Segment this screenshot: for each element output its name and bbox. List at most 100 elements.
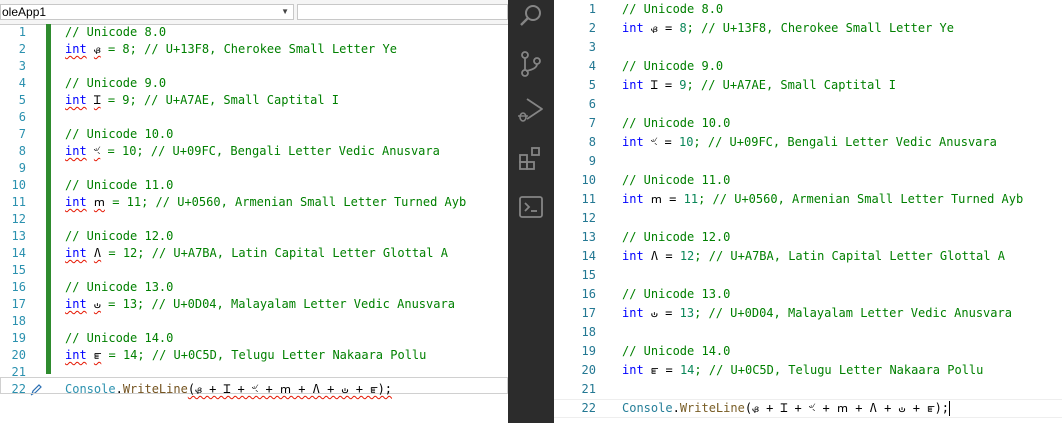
assign: = bbox=[657, 78, 680, 92]
change-tracking-bar bbox=[46, 24, 51, 374]
search-icon[interactable] bbox=[517, 2, 545, 30]
code-line: // Unicode 10.0 bbox=[622, 114, 1023, 133]
line-number: 8 bbox=[18, 144, 26, 158]
text-cursor bbox=[949, 401, 951, 416]
line-number: 21 bbox=[581, 382, 596, 396]
line-number: 4 bbox=[18, 76, 26, 90]
identifier: ౝ bbox=[643, 363, 659, 377]
line-number: 17 bbox=[581, 306, 596, 320]
identifier: ഄ bbox=[643, 306, 658, 320]
line-number: 1 bbox=[588, 2, 596, 16]
identifier: ഄ bbox=[93, 297, 101, 311]
assign: = bbox=[657, 21, 680, 35]
line-number: 14 bbox=[581, 249, 596, 263]
comment: // Unicode 12.0 bbox=[65, 229, 174, 243]
number: 10 bbox=[678, 135, 694, 149]
keyword: int bbox=[622, 192, 644, 206]
comment: // Unicode 11.0 bbox=[65, 178, 174, 192]
line-number: 10 bbox=[11, 178, 26, 192]
line-number: 19 bbox=[581, 344, 596, 358]
comment: ; // U+13F8, Cherokee Small Letter Ye bbox=[686, 21, 954, 35]
code-line: int ՠ = 11; // U+0560, Armenian Small Le… bbox=[622, 190, 1023, 209]
keyword: int bbox=[65, 297, 87, 311]
line-number: 5 bbox=[588, 78, 596, 92]
code-line: int ᏸ = 8; // U+13F8, Cherokee Small Let… bbox=[622, 19, 1023, 38]
terminal-icon[interactable] bbox=[517, 193, 545, 221]
keyword: int bbox=[622, 21, 644, 35]
identifier: ՠ bbox=[93, 195, 105, 209]
line-number: 10 bbox=[581, 173, 596, 187]
line-number: 11 bbox=[581, 192, 596, 206]
run-debug-icon[interactable] bbox=[517, 96, 545, 124]
number: 13 bbox=[679, 306, 695, 320]
assign: = bbox=[658, 249, 680, 263]
code-line: // Unicode 12.0 bbox=[65, 228, 466, 245]
line-number-gutter: 1 2 3 4 5 6 7 8 9 10 11 12 13 14 15 16 1… bbox=[554, 0, 596, 418]
assign: = bbox=[657, 306, 680, 320]
line-number: 5 bbox=[18, 93, 26, 107]
code-rest: = 11; // U+0560, Armenian Small Letter T… bbox=[104, 195, 467, 209]
method-name: WriteLine bbox=[122, 382, 188, 396]
arguments: (ᏸ + Ɪ + ৼ + ՠ + Ʌ + ഄ + ౝ); bbox=[744, 401, 950, 415]
comment: // Unicode 11.0 bbox=[622, 173, 731, 187]
line-number: 16 bbox=[11, 280, 26, 294]
comment: // Unicode 14.0 bbox=[65, 331, 174, 345]
chevron-down-icon: ▼ bbox=[281, 7, 289, 16]
comment: // Unicode 13.0 bbox=[622, 287, 731, 301]
line-number: 9 bbox=[18, 161, 26, 175]
visual-studio-editor: oleApp1 ▼ 1 2 3 4 5 6 7 8 9 10 11 12 13 … bbox=[0, 0, 508, 423]
keyword: int bbox=[622, 78, 644, 92]
comment: // Unicode 9.0 bbox=[622, 59, 724, 73]
code-line: int ഄ = 13; // U+0D04, Malayalam Letter … bbox=[622, 304, 1023, 323]
identifier: ৼ bbox=[643, 135, 658, 149]
code-line: int ՠ = 11; // U+0560, Armenian Small Le… bbox=[65, 194, 466, 211]
line-number: 3 bbox=[588, 40, 596, 54]
activity-bar bbox=[508, 0, 554, 423]
line-number: 7 bbox=[18, 127, 26, 141]
keyword: int bbox=[622, 363, 644, 377]
member-dropdown[interactable] bbox=[297, 4, 508, 20]
code-rest: = 12; // U+A7BA, Latin Capital Letter Gl… bbox=[101, 246, 448, 260]
line-number: 1 bbox=[18, 25, 26, 39]
line-number: 20 bbox=[11, 348, 26, 362]
dot: . bbox=[115, 382, 123, 396]
line-number: 6 bbox=[588, 97, 596, 111]
line-number: 18 bbox=[11, 314, 26, 328]
code-line: // Unicode 10.0 bbox=[65, 126, 466, 143]
line-number: 17 bbox=[11, 297, 26, 311]
project-dropdown[interactable]: oleApp1 ▼ bbox=[0, 4, 294, 20]
comment: ; // U+A7BA, Latin Capital Letter Glotta… bbox=[694, 249, 1005, 263]
code-line: int ഄ = 13; // U+0D04, Malayalam Letter … bbox=[65, 296, 466, 313]
code-area[interactable]: // Unicode 8.0 int ᏸ = 8; // U+13F8, Che… bbox=[622, 0, 1023, 418]
line-number: 12 bbox=[581, 211, 596, 225]
extensions-icon[interactable] bbox=[517, 145, 545, 173]
code-line: // Unicode 13.0 bbox=[65, 279, 466, 296]
keyword: int bbox=[622, 135, 644, 149]
code-line: // Unicode 9.0 bbox=[622, 57, 1023, 76]
keyword: int bbox=[65, 246, 87, 260]
number: 8 bbox=[679, 21, 687, 35]
line-number: 2 bbox=[18, 42, 26, 56]
code-area[interactable]: // Unicode 8.0 int ᏸ = 8; // U+13F8, Che… bbox=[65, 24, 466, 398]
comment: // Unicode 8.0 bbox=[622, 2, 724, 16]
comment: // Unicode 13.0 bbox=[65, 280, 174, 294]
keyword: int bbox=[65, 93, 87, 107]
code-line: int Ʌ = 12; // U+A7BA, Latin Capital Let… bbox=[622, 247, 1023, 266]
comment: // Unicode 9.0 bbox=[65, 76, 167, 90]
source-control-icon[interactable] bbox=[517, 50, 545, 78]
identifier: ᏸ bbox=[93, 42, 101, 56]
code-line: // Unicode 13.0 bbox=[622, 285, 1023, 304]
comment: ; // U+0560, Armenian Small Letter Turne… bbox=[698, 192, 1024, 206]
class-name: Console bbox=[65, 382, 116, 396]
line-number-current: 22 bbox=[581, 401, 596, 415]
line-number: 2 bbox=[588, 21, 596, 35]
class-name: Console bbox=[622, 401, 673, 415]
line-number: 12 bbox=[11, 212, 26, 226]
